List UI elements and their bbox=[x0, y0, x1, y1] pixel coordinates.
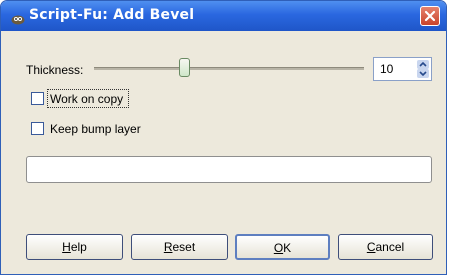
reset-button[interactable]: Reset bbox=[131, 234, 228, 260]
keep-bump-layer-label[interactable]: Keep bump layer bbox=[50, 122, 141, 136]
spin-arrows-icon[interactable] bbox=[417, 60, 429, 78]
ok-label-rest: K bbox=[283, 241, 292, 255]
title-bar[interactable]: Script-Fu: Add Bevel bbox=[1, 1, 446, 31]
help-label-rest: elp bbox=[70, 240, 87, 254]
gimp-icon bbox=[11, 10, 25, 25]
cancel-button[interactable]: Cancel bbox=[338, 234, 433, 260]
ok-mnemonic: O bbox=[273, 241, 284, 255]
ok-button[interactable]: OK bbox=[235, 234, 330, 260]
close-icon bbox=[424, 10, 436, 22]
keep-bump-layer-checkbox[interactable] bbox=[31, 122, 44, 135]
close-button[interactable] bbox=[420, 6, 440, 26]
thickness-value[interactable]: 10 bbox=[380, 62, 393, 76]
thickness-spinbox[interactable]: 10 bbox=[373, 57, 432, 81]
thickness-slider-track[interactable] bbox=[94, 67, 364, 70]
dialog-window: Script-Fu: Add Bevel Thickness: 10 Work … bbox=[0, 0, 447, 275]
status-field[interactable] bbox=[26, 156, 432, 183]
work-on-copy-label[interactable]: Work on copy bbox=[50, 92, 123, 106]
work-on-copy-checkbox[interactable] bbox=[31, 92, 44, 105]
reset-label-rest: eset bbox=[172, 240, 196, 254]
help-mnemonic: H bbox=[62, 240, 71, 254]
window-title: Script-Fu: Add Bevel bbox=[29, 7, 195, 23]
cancel-label-rest: ancel bbox=[375, 240, 405, 254]
help-button[interactable]: Help bbox=[26, 234, 123, 260]
thickness-slider-thumb[interactable] bbox=[179, 58, 190, 77]
thickness-label: Thickness: bbox=[26, 63, 84, 77]
